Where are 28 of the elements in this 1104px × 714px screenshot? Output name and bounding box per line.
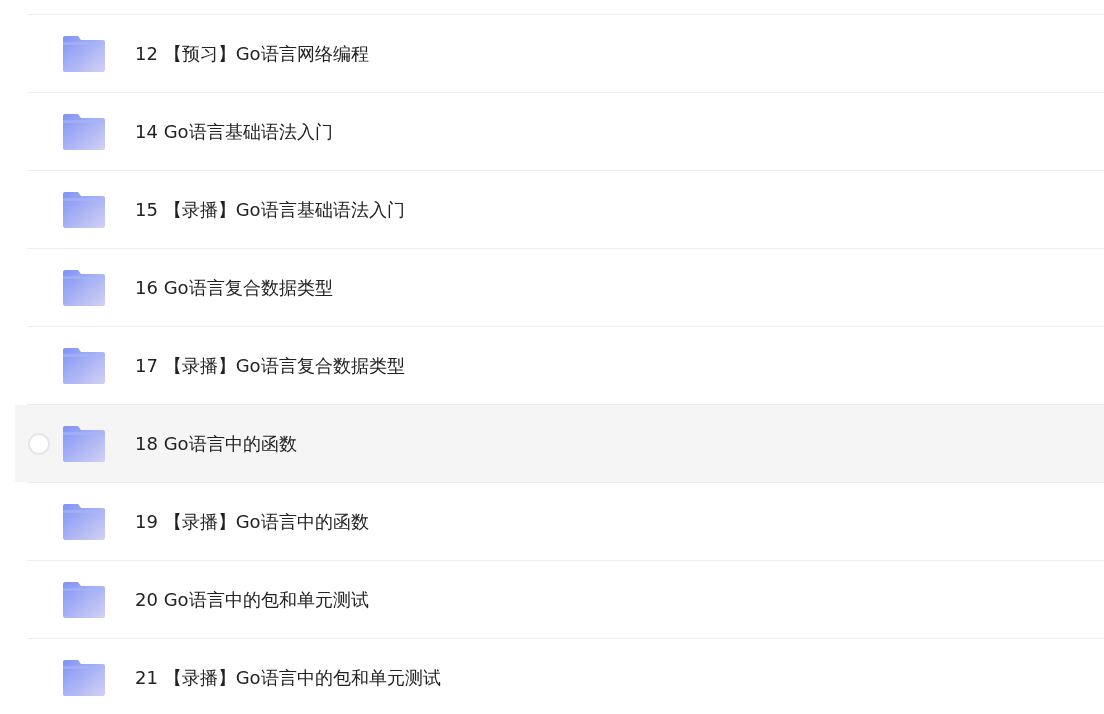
folder-name[interactable]: 15 【录播】Go语言基础语法入门 [135, 197, 405, 222]
folder-icon [63, 581, 105, 618]
folder-icon [63, 503, 105, 540]
folder-row[interactable]: 16 Go语言复合数据类型 [15, 249, 1104, 326]
folder-row[interactable]: 20 Go语言中的包和单元测试 [15, 561, 1104, 638]
folder-icon [63, 659, 105, 696]
folder-icon [63, 113, 105, 150]
folder-name[interactable]: 18 Go语言中的函数 [135, 431, 297, 456]
folder-row[interactable]: 18 Go语言中的函数 [15, 405, 1104, 482]
folder-icon [63, 191, 105, 228]
folder-name[interactable]: 17 【录播】Go语言复合数据类型 [135, 353, 405, 378]
folder-row[interactable]: 17 【录播】Go语言复合数据类型 [15, 327, 1104, 404]
folder-icon [63, 35, 105, 72]
folder-name[interactable]: 12 【预习】Go语言网络编程 [135, 41, 369, 66]
folder-row[interactable]: 12 【预习】Go语言网络编程 [15, 15, 1104, 92]
folder-name[interactable]: 21 【录播】Go语言中的包和单元测试 [135, 665, 441, 690]
folder-name[interactable]: 14 Go语言基础语法入门 [135, 119, 333, 144]
folder-name[interactable]: 20 Go语言中的包和单元测试 [135, 587, 369, 612]
folder-row[interactable]: 14 Go语言基础语法入门 [15, 93, 1104, 170]
folder-row[interactable]: 21 【录播】Go语言中的包和单元测试 [15, 639, 1104, 714]
folder-icon [63, 347, 105, 384]
folder-row[interactable]: 19 【录播】Go语言中的函数 [15, 483, 1104, 560]
folder-name[interactable]: 19 【录播】Go语言中的函数 [135, 509, 369, 534]
folder-icon [63, 269, 105, 306]
folder-row[interactable]: 15 【录播】Go语言基础语法入门 [15, 171, 1104, 248]
folder-name[interactable]: 16 Go语言复合数据类型 [135, 275, 333, 300]
select-checkbox[interactable] [28, 432, 50, 455]
folder-icon [63, 425, 105, 462]
